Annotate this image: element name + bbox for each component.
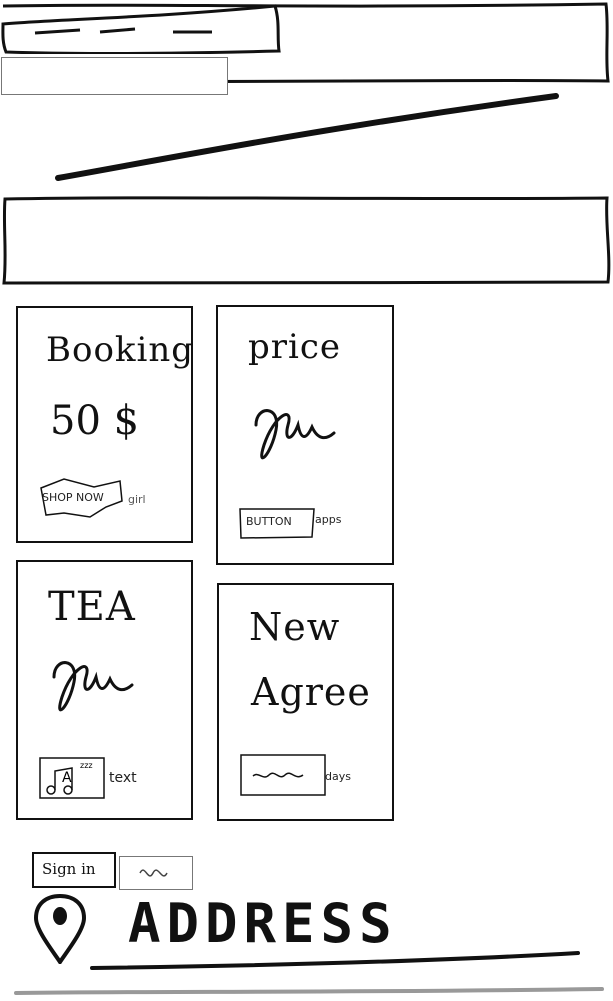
button-note: apps [315,513,342,526]
card-new[interactable]: New Agree days [217,583,394,821]
button-note: days [325,770,351,783]
svg-text:zzz: zzz [80,761,93,770]
music-button[interactable]: A zzz [38,756,108,802]
primary-button[interactable]: BUTTON [238,505,316,541]
music-note-icon: A zzz [39,757,105,799]
scribble-button[interactable] [239,753,327,799]
map-pin-icon [30,892,90,966]
bottom-rule [14,982,604,996]
card-price[interactable]: price BUTTON apps [216,305,394,565]
button-label: SHOP NOW [42,491,104,504]
hero-divider [0,90,613,190]
card-title: price [248,327,342,367]
logo-shape-icon [1,4,281,56]
svg-text:A: A [62,770,72,786]
address-underline [90,948,580,976]
sign-in-button[interactable]: Sign in [32,852,116,888]
sign-in-label: Sign in [42,860,96,878]
shop-now-button[interactable]: SHOP NOW [36,473,126,521]
hero-stroke-icon [55,93,559,181]
signature-icon [246,395,366,475]
logo[interactable] [0,4,281,56]
button-label: BUTTON [246,515,292,528]
button-note: text [109,770,137,786]
button-note: girl [128,493,146,506]
signature-icon [44,647,164,727]
card-price: 50 $ [50,398,140,444]
button-shape-icon [240,754,326,796]
secondary-scribble-button[interactable] [119,856,193,890]
card-tea[interactable]: TEA A zzz text [16,560,193,820]
card-title: Booking [46,330,195,370]
banner-frame [2,196,611,285]
scribble-icon [139,869,168,877]
address-label: ADDRESS [128,892,398,955]
card-title: New [249,605,341,649]
card-title: TEA [48,584,136,630]
banner[interactable] [1,194,611,286]
card-booking[interactable]: Booking 50 $ SHOP NOW girl [16,306,193,543]
card-subtitle: Agree [251,670,371,714]
